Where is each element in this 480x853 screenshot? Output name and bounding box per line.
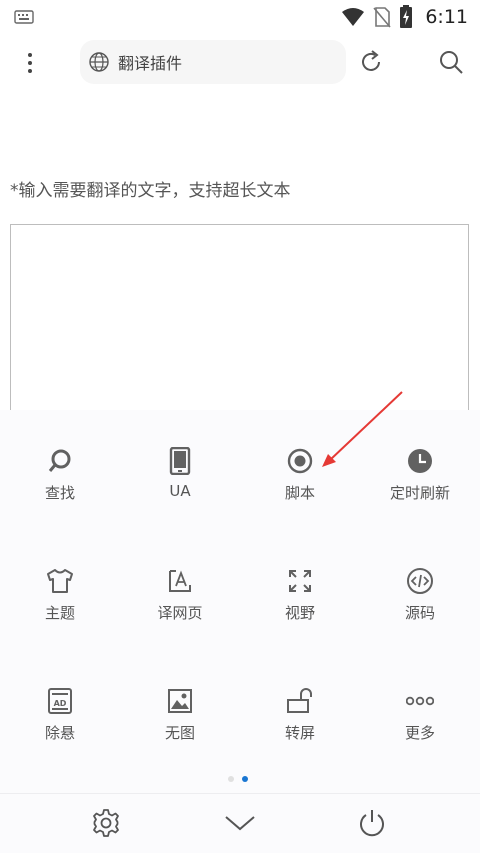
translate-page-icon: [165, 566, 195, 596]
url-text: 翻译插件: [118, 54, 183, 73]
menu-item-label: 除悬: [44, 724, 75, 742]
menu-item-label: 更多: [404, 724, 435, 742]
clock-time: 6:11: [425, 6, 468, 28]
tools-menu-sheet: 查找 UA 脚本 定时刷新 主题 译网页 视野 源码 AD 除悬 无图 转屏 更…: [0, 410, 480, 853]
more-horiz-icon: [405, 686, 435, 716]
menu-item-label: 查找: [44, 484, 75, 502]
menu-item-label: 视野: [284, 604, 315, 622]
menu-item-rotate-screen[interactable]: 转屏: [240, 686, 360, 746]
menu-item-view[interactable]: 视野: [240, 566, 360, 626]
menu-item-find[interactable]: 查找: [0, 446, 120, 506]
tools-row: 主题 译网页 视野 源码: [0, 566, 480, 626]
menu-item-label: 主题: [44, 604, 75, 622]
menu-item-auto-refresh[interactable]: 定时刷新: [360, 446, 480, 506]
menu-item-more[interactable]: 更多: [360, 686, 480, 746]
page-indicator: [228, 776, 248, 782]
url-bar[interactable]: 翻译插件: [80, 40, 346, 84]
menu-item-label: 脚本: [284, 484, 315, 502]
menu-item-no-image[interactable]: 无图: [120, 686, 240, 746]
menu-item-ua[interactable]: UA: [120, 446, 240, 506]
image-icon: [165, 686, 195, 716]
menu-item-label: 无图: [164, 724, 195, 742]
search-icon[interactable]: [437, 48, 465, 76]
tablet-icon: [165, 446, 195, 476]
page-dot-active[interactable]: [242, 776, 248, 782]
power-icon[interactable]: [355, 806, 389, 840]
tools-row: 查找 UA 脚本 定时刷新: [0, 446, 480, 506]
browser-toolbar: 翻译插件: [0, 34, 480, 92]
translate-text-input[interactable]: [10, 224, 469, 424]
chevron-down-icon[interactable]: [223, 806, 257, 840]
menu-item-label: 源码: [404, 604, 435, 622]
menu-item-remove-float[interactable]: AD 除悬: [0, 686, 120, 746]
wifi-icon: [342, 8, 365, 26]
search-icon: [45, 446, 75, 476]
menu-item-script[interactable]: 脚本: [240, 446, 360, 506]
page-dot[interactable]: [228, 776, 234, 782]
status-bar: 6:11: [0, 0, 480, 34]
input-prompt: *输入需要翻译的文字，支持超长文本: [10, 181, 291, 201]
globe-icon: [89, 52, 109, 72]
remove-float-icon: AD: [45, 686, 75, 716]
no-sim-icon: [373, 7, 391, 28]
menu-item-theme[interactable]: 主题: [0, 566, 120, 626]
menu-item-label: 转屏: [284, 724, 315, 742]
more-vert-icon[interactable]: [18, 48, 42, 78]
fullscreen-icon: [285, 566, 315, 596]
menu-item-source[interactable]: 源码: [360, 566, 480, 626]
keyboard-icon: [14, 10, 34, 24]
menu-item-label: 译网页: [157, 604, 203, 622]
clock-icon: [405, 446, 435, 476]
settings-icon[interactable]: [89, 806, 123, 840]
refresh-icon[interactable]: [358, 48, 384, 76]
battery-charging-icon: [400, 5, 413, 28]
source-code-icon: [405, 566, 435, 596]
menu-item-label: UA: [169, 482, 191, 500]
svg-text:AD: AD: [54, 699, 67, 708]
bottom-bar: [0, 793, 480, 853]
radio-button-icon: [285, 446, 315, 476]
menu-item-translate-page[interactable]: 译网页: [120, 566, 240, 626]
menu-item-label: 定时刷新: [389, 484, 450, 502]
rotate-screen-icon: [285, 686, 315, 716]
tshirt-icon: [45, 566, 75, 596]
tools-row: AD 除悬 无图 转屏 更多: [0, 686, 480, 746]
